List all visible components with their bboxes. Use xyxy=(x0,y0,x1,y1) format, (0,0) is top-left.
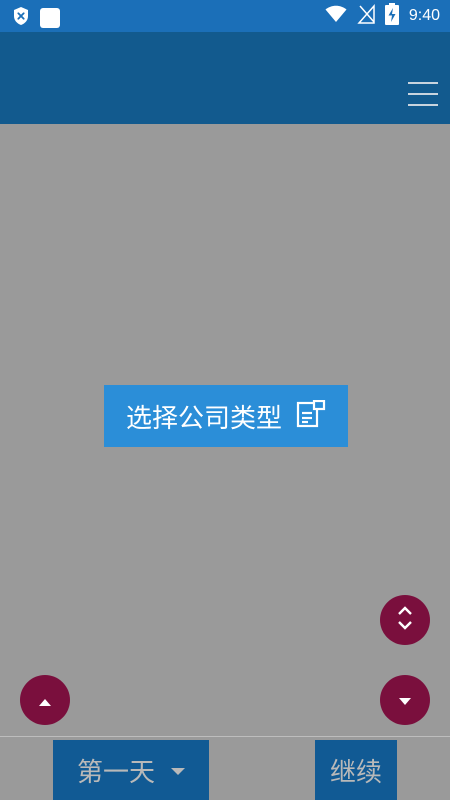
battery-charging-icon xyxy=(384,3,399,29)
status-bar: 9:40 xyxy=(0,0,450,32)
dropdown-arrow-icon xyxy=(171,761,185,780)
form-icon xyxy=(296,399,326,432)
notification-square-icon xyxy=(40,8,60,28)
day-selector-label: 第一天 xyxy=(76,757,155,788)
arrow-up-icon xyxy=(39,691,51,710)
bottom-divider xyxy=(0,736,450,737)
continue-button[interactable]: 继续 xyxy=(315,740,397,800)
expand-button[interactable] xyxy=(380,595,430,645)
shield-x-icon xyxy=(12,6,30,30)
status-bar-left xyxy=(12,6,60,30)
select-company-type-label: 选择公司类型 xyxy=(125,403,282,434)
no-signal-icon xyxy=(357,4,375,28)
scroll-up-button[interactable] xyxy=(20,675,70,725)
menu-line xyxy=(408,82,438,84)
select-company-type-button[interactable]: 选择公司类型 xyxy=(104,385,348,447)
expand-icon xyxy=(395,605,415,635)
menu-icon[interactable] xyxy=(408,82,438,106)
continue-label: 继续 xyxy=(329,757,382,788)
day-selector-button[interactable]: 第一天 xyxy=(53,740,209,800)
arrow-down-icon xyxy=(399,691,411,710)
wifi-icon xyxy=(325,5,347,27)
scroll-down-button[interactable] xyxy=(380,675,430,725)
app-bar xyxy=(0,32,450,124)
menu-line xyxy=(408,93,438,95)
menu-line xyxy=(408,104,438,106)
status-bar-right: 9:40 xyxy=(325,3,440,29)
status-time: 9:40 xyxy=(408,7,440,24)
